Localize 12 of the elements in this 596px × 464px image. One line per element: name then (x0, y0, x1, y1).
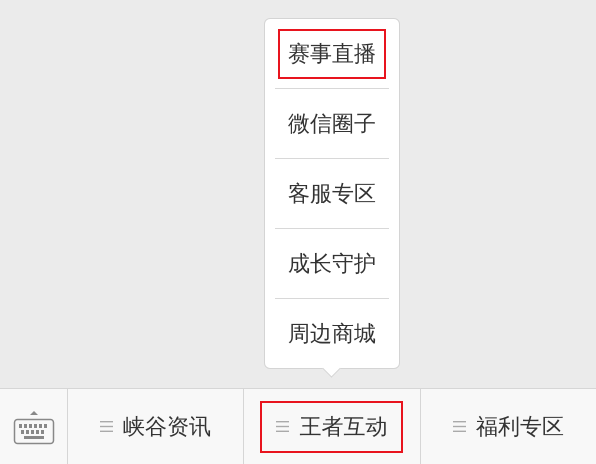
keyboard-icon (12, 408, 54, 444)
submenu-item[interactable]: 赛事直播 (278, 28, 386, 78)
submenu-item[interactable]: 成长守护 (278, 238, 386, 288)
submenu-item[interactable]: 微信圈子 (278, 98, 386, 148)
menu-tab[interactable]: 峡谷资讯 (84, 400, 228, 452)
menu-icon (100, 421, 114, 432)
menu-icon (276, 421, 290, 432)
menu-tab[interactable]: 王者互动 (260, 400, 404, 452)
submenu-item[interactable]: 周边商城 (278, 308, 386, 358)
submenu-item[interactable]: 客服专区 (278, 168, 386, 218)
menu-icon (452, 421, 466, 432)
menu-tab[interactable]: 福利专区 (436, 400, 580, 452)
